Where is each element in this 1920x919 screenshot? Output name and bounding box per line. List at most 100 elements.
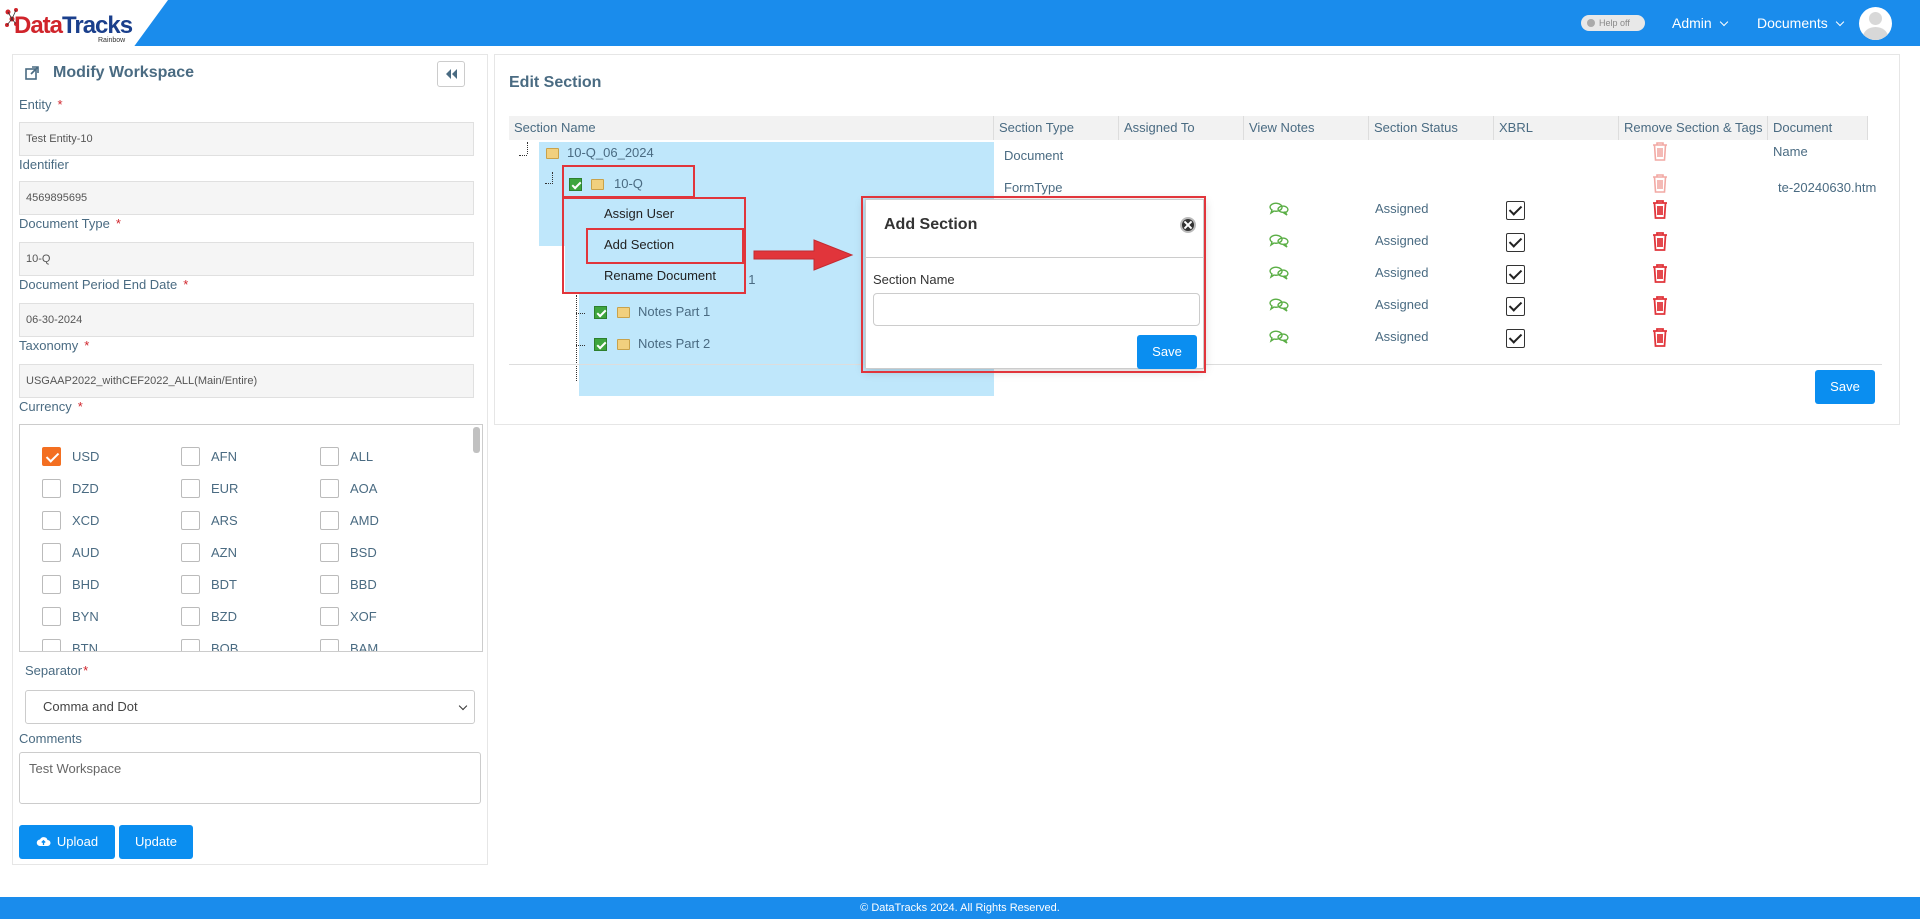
currency-label-bzd: BZD bbox=[211, 609, 237, 624]
col-section-type: Section Type bbox=[994, 116, 1119, 140]
currency-checkbox-xof[interactable] bbox=[320, 607, 339, 626]
trash-icon[interactable] bbox=[1651, 295, 1669, 315]
currency-label-bhd: BHD bbox=[72, 577, 100, 592]
col-assigned-to: Assigned To bbox=[1119, 116, 1244, 140]
currency-checkbox-afn[interactable] bbox=[181, 447, 200, 466]
view-notes-icon[interactable] bbox=[1269, 298, 1289, 312]
section-status: Assigned bbox=[1375, 201, 1429, 216]
modify-workspace-panel: Modify Workspace Entity * Test Entity-10 … bbox=[12, 54, 488, 865]
currency-checkbox-bdt[interactable] bbox=[181, 575, 200, 594]
trash-icon[interactable] bbox=[1651, 173, 1669, 193]
currency-checkbox-bbd[interactable] bbox=[320, 575, 339, 594]
user-avatar[interactable] bbox=[1859, 7, 1892, 40]
double-chevron-left-icon bbox=[446, 69, 457, 79]
currency-label-bbd: BBD bbox=[350, 577, 377, 592]
currency-label-bob: BOB bbox=[211, 641, 239, 652]
col-document-name: Document Name bbox=[1768, 116, 1868, 159]
tree-node-notes-part-2[interactable]: Notes Part 2 bbox=[638, 336, 710, 351]
view-notes-icon[interactable] bbox=[1269, 202, 1289, 216]
datatracks-logo[interactable]: DataTracks Rainbow bbox=[4, 4, 134, 44]
currency-checkbox-bzd[interactable] bbox=[181, 607, 200, 626]
currency-list[interactable]: USD AFN ALL DZD EUR AOA XCD ARS AMD AUD AZN BSD BHD B… bbox=[19, 424, 483, 652]
currency-checkbox-azn[interactable] bbox=[181, 543, 200, 562]
currency-label-usd: USD bbox=[72, 449, 100, 464]
section-status: Assigned bbox=[1375, 265, 1429, 280]
comments-textarea[interactable]: Test Workspace bbox=[19, 752, 481, 804]
section-checkbox[interactable] bbox=[594, 338, 607, 351]
chevron-down-icon bbox=[1719, 17, 1728, 27]
currency-checkbox-bhd[interactable] bbox=[42, 575, 61, 594]
currency-checkbox-byn[interactable] bbox=[42, 607, 61, 626]
xbrl-checkbox[interactable] bbox=[1506, 233, 1525, 252]
document-name[interactable]: te-20240630.htm bbox=[1778, 180, 1876, 195]
separator-select[interactable]: Comma and Dot bbox=[25, 690, 475, 724]
tree-node-notes-part-1[interactable]: Notes Part 1 bbox=[638, 304, 710, 319]
comments-label: Comments bbox=[19, 731, 82, 746]
trash-icon[interactable] bbox=[1651, 231, 1669, 251]
highlight-add-section bbox=[586, 228, 744, 264]
nav-admin-label: Admin bbox=[1672, 15, 1712, 31]
currency-checkbox-bsd[interactable] bbox=[320, 543, 339, 562]
trash-icon[interactable] bbox=[1651, 263, 1669, 283]
xbrl-checkbox[interactable] bbox=[1506, 329, 1525, 348]
currency-label-bdt: BDT bbox=[211, 577, 237, 592]
upload-button[interactable]: Upload bbox=[19, 825, 115, 859]
taxonomy-label: Taxonomy * bbox=[19, 338, 90, 353]
nav-documents-menu[interactable]: Documents bbox=[1757, 15, 1845, 31]
nav-admin-menu[interactable]: Admin bbox=[1672, 15, 1728, 31]
currency-checkbox-xcd[interactable] bbox=[42, 511, 61, 530]
document-type-field[interactable]: 10-Q bbox=[19, 242, 474, 276]
view-notes-icon[interactable] bbox=[1269, 266, 1289, 280]
currency-checkbox-bob[interactable] bbox=[181, 639, 200, 651]
currency-checkbox-btn[interactable] bbox=[42, 639, 61, 651]
col-section-status: Section Status bbox=[1369, 116, 1494, 140]
trash-icon[interactable] bbox=[1651, 141, 1669, 161]
currency-checkbox-aud[interactable] bbox=[42, 543, 61, 562]
top-bar: DataTracks Rainbow Help off Admin Docume… bbox=[0, 0, 1920, 46]
identifier-field[interactable]: 4569895695 bbox=[19, 181, 474, 215]
currency-scrollbar[interactable] bbox=[473, 427, 480, 453]
taxonomy-field[interactable]: USGAAP2022_withCEF2022_ALL(Main/Entire) bbox=[19, 364, 474, 398]
view-notes-icon[interactable] bbox=[1269, 234, 1289, 248]
currency-checkbox-all[interactable] bbox=[320, 447, 339, 466]
currency-checkbox-bam[interactable] bbox=[320, 639, 339, 651]
currency-checkbox-aoa[interactable] bbox=[320, 479, 339, 498]
highlight-formtype-node bbox=[562, 165, 695, 198]
nav-documents-label: Documents bbox=[1757, 15, 1828, 31]
help-toggle[interactable]: Help off bbox=[1581, 15, 1645, 31]
currency-checkbox-usd[interactable] bbox=[42, 447, 61, 466]
view-notes-icon[interactable] bbox=[1269, 330, 1289, 344]
xbrl-checkbox[interactable] bbox=[1506, 201, 1525, 220]
section-type: Document bbox=[1004, 148, 1064, 163]
period-end-date-field[interactable]: 06-30-2024 bbox=[19, 303, 474, 337]
currency-label-btn: BTN bbox=[72, 641, 98, 652]
document-type-label: Document Type * bbox=[19, 216, 121, 231]
save-sections-button[interactable]: Save bbox=[1815, 370, 1875, 404]
xbrl-checkbox[interactable] bbox=[1506, 265, 1525, 284]
col-remove-section: Remove Section & Tags bbox=[1619, 116, 1768, 140]
update-button[interactable]: Update bbox=[119, 825, 193, 859]
currency-checkbox-dzd[interactable] bbox=[42, 479, 61, 498]
collapse-panel-button[interactable] bbox=[437, 61, 465, 87]
currency-checkbox-eur[interactable] bbox=[181, 479, 200, 498]
col-section-name: Section Name bbox=[509, 116, 994, 140]
trash-icon[interactable] bbox=[1651, 327, 1669, 347]
currency-checkbox-amd[interactable] bbox=[320, 511, 339, 530]
trash-icon[interactable] bbox=[1651, 199, 1669, 219]
footer: © DataTracks 2024. All Rights Reserved. bbox=[0, 897, 1920, 919]
section-type: FormType bbox=[1004, 180, 1063, 195]
separator-value: Comma and Dot bbox=[43, 699, 138, 714]
tree-node-document[interactable]: 10-Q_06_2024 bbox=[567, 145, 654, 160]
xbrl-checkbox[interactable] bbox=[1506, 297, 1525, 316]
upload-label: Upload bbox=[56, 834, 99, 849]
section-checkbox[interactable] bbox=[594, 306, 607, 319]
logo-text-tracks: Tracks bbox=[62, 12, 133, 39]
currency-label-amd: AMD bbox=[350, 513, 379, 528]
currency-checkbox-ars[interactable] bbox=[181, 511, 200, 530]
currency-label-azn: AZN bbox=[211, 545, 237, 560]
identifier-label: Identifier bbox=[19, 157, 69, 172]
period-end-date-label: Document Period End Date * bbox=[19, 277, 189, 292]
currency-label-all: ALL bbox=[350, 449, 374, 464]
entity-field[interactable]: Test Entity-10 bbox=[19, 122, 474, 156]
section-status: Assigned bbox=[1375, 329, 1429, 344]
